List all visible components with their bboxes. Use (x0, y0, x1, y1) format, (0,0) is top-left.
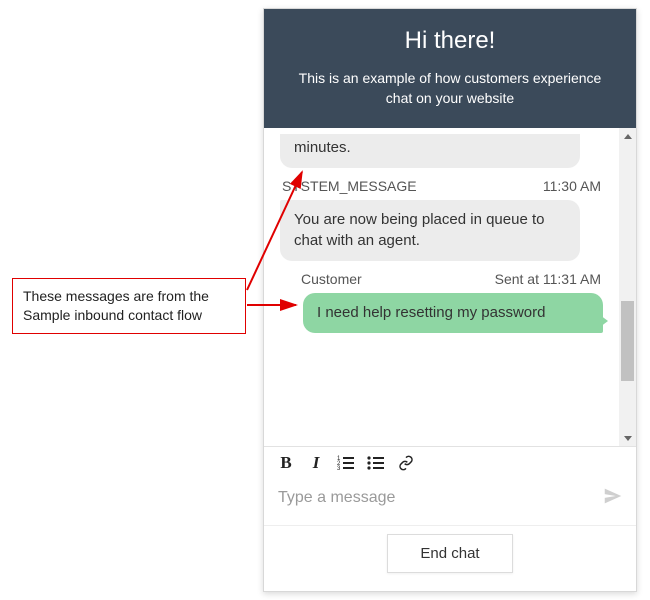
messages-area: minutes. SYSTEM_MESSAGE 11:30 AM You are… (264, 128, 636, 446)
unordered-list-icon[interactable] (366, 453, 386, 473)
message-text: minutes. (294, 139, 351, 156)
chat-widget: Hi there! This is an example of how cust… (263, 8, 637, 592)
message-sender: Customer (301, 271, 362, 287)
message-text: I need help resetting my password (317, 304, 545, 321)
messages-list[interactable]: minutes. SYSTEM_MESSAGE 11:30 AM You are… (264, 128, 619, 446)
message-bubble-agent: minutes. (280, 134, 580, 168)
ordered-list-icon[interactable]: 123 (336, 453, 356, 473)
chat-footer: End chat (264, 525, 636, 591)
input-row (264, 477, 636, 525)
end-chat-button[interactable]: End chat (387, 534, 512, 573)
italic-icon[interactable]: I (306, 453, 326, 473)
scroll-down-icon[interactable] (619, 429, 636, 446)
link-icon[interactable] (396, 453, 416, 473)
annotation-callout-text: These messages are from the Sample inbou… (23, 288, 209, 323)
message-sender: SYSTEM_MESSAGE (282, 178, 417, 194)
message-input[interactable] (276, 481, 592, 515)
send-icon[interactable] (602, 485, 624, 512)
message-bubble-system: You are now being placed in queue to cha… (280, 200, 580, 261)
format-toolbar: B I 123 (264, 447, 636, 477)
bubble-tail-icon (600, 315, 608, 327)
message-meta-system: SYSTEM_MESSAGE 11:30 AM (282, 178, 601, 194)
message-bubble-customer: I need help resetting my password (303, 293, 603, 333)
scrollbar[interactable] (619, 128, 636, 446)
composer: B I 123 (264, 446, 636, 525)
message-text: You are now being placed in queue to cha… (294, 211, 544, 248)
message-time: Sent at 11:31 AM (495, 271, 601, 287)
chat-header-title: Hi there! (284, 27, 616, 55)
annotation-callout: These messages are from the Sample inbou… (12, 278, 246, 334)
scroll-up-icon[interactable] (619, 128, 636, 145)
scroll-track[interactable] (619, 145, 636, 429)
chat-header: Hi there! This is an example of how cust… (264, 9, 636, 128)
chat-header-subtitle: This is an example of how customers expe… (284, 69, 616, 108)
message-time: 11:30 AM (543, 178, 601, 194)
svg-text:3: 3 (337, 466, 341, 472)
scroll-thumb[interactable] (621, 301, 634, 380)
message-meta-customer: Customer Sent at 11:31 AM (301, 271, 601, 287)
bold-icon[interactable]: B (276, 453, 296, 473)
